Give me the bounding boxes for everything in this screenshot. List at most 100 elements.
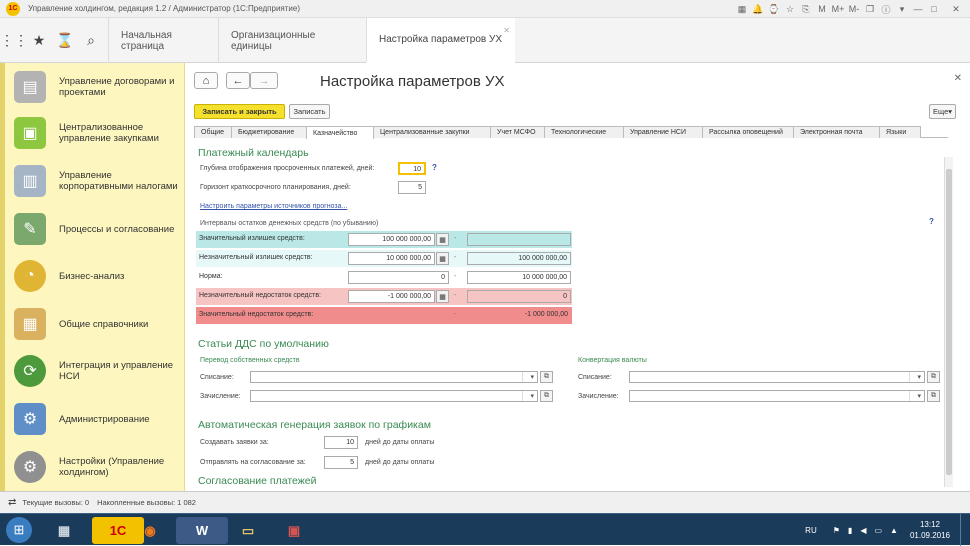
- tab-ifrs[interactable]: Учет МСФО: [490, 126, 545, 138]
- divider: [909, 391, 910, 401]
- sidebar-item-admin[interactable]: ⚙ Администрирование: [14, 395, 179, 443]
- sidebar-item-bi[interactable]: ◔ Бизнес-анализ: [14, 252, 179, 300]
- tab-general[interactable]: Общие: [194, 126, 232, 138]
- interval-to-input[interactable]: [467, 233, 571, 246]
- depth-input[interactable]: 10: [398, 162, 426, 175]
- taskbar-app-folder[interactable]: ▭: [222, 517, 274, 544]
- scrollbar-thumb[interactable]: [946, 169, 952, 475]
- create-days-input[interactable]: 10: [324, 436, 358, 449]
- grid-icon[interactable]: ▦: [734, 0, 750, 18]
- horizon-input[interactable]: 5: [398, 181, 426, 194]
- help-icon[interactable]: ?: [929, 217, 934, 226]
- more-button[interactable]: Еще ▾: [929, 104, 956, 119]
- sidebar-item-references[interactable]: ▦ Общие справочники: [14, 300, 179, 348]
- divider: [909, 372, 910, 382]
- tray-network-icon[interactable]: ▮: [848, 526, 852, 535]
- close-form-icon[interactable]: ✕: [954, 73, 962, 84]
- sidebar-item-settings[interactable]: ⚙ Настройки (Управление холдингом): [14, 443, 179, 491]
- clock[interactable]: 13:12 01.09.2016: [910, 519, 950, 541]
- calculator-icon[interactable]: ▦: [436, 233, 449, 246]
- tab-treasury[interactable]: Казначейство: [306, 126, 374, 139]
- taskbar-app[interactable]: ▦: [38, 517, 90, 544]
- tab-mdm[interactable]: Управление НСИ: [623, 126, 703, 138]
- integration-icon: ⟳: [14, 355, 46, 387]
- menu-icon[interactable]: ▾: [894, 0, 910, 18]
- interval-from-input[interactable]: 100 000 000,00: [348, 233, 435, 246]
- memory-plus-icon[interactable]: M+: [830, 0, 846, 18]
- calculator-icon[interactable]: ▦: [436, 290, 449, 303]
- interval-to-input[interactable]: 100 000 000,00: [467, 252, 571, 265]
- interval-to-input[interactable]: 0: [467, 290, 571, 303]
- tab-settings-uh[interactable]: Настройка параметров УХ ✕: [366, 18, 515, 63]
- tray-device-icon[interactable]: ▭: [874, 526, 882, 535]
- info-icon[interactable]: ⓘ: [878, 0, 894, 18]
- save-and-close-button[interactable]: Записать и закрыть: [194, 104, 285, 119]
- interval-from-input[interactable]: -1 000 000,00: [348, 290, 435, 303]
- history-clock-icon[interactable]: ⌛: [52, 32, 78, 49]
- star-icon[interactable]: ☆: [782, 0, 798, 18]
- tab-home[interactable]: Начальная страница: [108, 18, 218, 63]
- sidebar-item-procurement[interactable]: ▣ Централизованное управление закупками: [14, 109, 179, 157]
- search-icon[interactable]: ⌕: [78, 32, 104, 49]
- save-button[interactable]: Записать: [289, 104, 330, 119]
- fx-debit-select[interactable]: ▾: [629, 371, 925, 383]
- tray-flag-icon[interactable]: ⚑: [833, 526, 840, 535]
- favorites-star-icon[interactable]: ★: [26, 32, 52, 49]
- bell-icon[interactable]: 🔔: [750, 0, 766, 18]
- close-tab-icon[interactable]: ✕: [503, 26, 510, 35]
- approve-label: Отправлять на согласование за:: [200, 459, 306, 466]
- help-icon[interactable]: ?: [432, 163, 437, 172]
- taskbar-app-word[interactable]: W: [176, 517, 228, 544]
- memory-icon[interactable]: M: [814, 0, 830, 18]
- form-scrollbar[interactable]: [944, 157, 953, 487]
- interval-to-input[interactable]: -1 000 000,00: [467, 309, 571, 322]
- fx-credit-select[interactable]: ▾: [629, 390, 925, 402]
- forward-button[interactable]: →: [250, 72, 278, 89]
- start-button[interactable]: ⊞: [6, 517, 32, 543]
- sidebar-item-integration[interactable]: ⟳ Интеграция и управление НСИ: [14, 347, 179, 395]
- sections-grid-icon[interactable]: ⋮⋮: [0, 32, 28, 49]
- intervals-label: Интервалы остатков денежных средств (по …: [200, 220, 379, 227]
- back-button[interactable]: ←: [226, 72, 250, 89]
- open-icon[interactable]: ⧉: [927, 371, 940, 383]
- open-icon[interactable]: ⧉: [540, 371, 553, 383]
- open-icon[interactable]: ⧉: [540, 390, 553, 402]
- sidebar-item-taxes[interactable]: ▥ Управление корпоративными налогами: [14, 157, 179, 205]
- tab-technological[interactable]: Технологические: [544, 126, 624, 138]
- close-window-icon[interactable]: ✕: [942, 0, 970, 18]
- dock-icon[interactable]: ❐: [862, 0, 878, 18]
- taskbar-app-media[interactable]: ▣: [268, 517, 320, 544]
- tab-notifications[interactable]: Рассылка оповещений: [702, 126, 794, 138]
- book-icon: ▦: [14, 308, 46, 340]
- sidebar-item-contracts[interactable]: ▤ Управление договорами и проектами: [14, 63, 179, 111]
- tray-volume-icon[interactable]: ◀: [860, 526, 866, 535]
- interval-to-input[interactable]: 10 000 000,00: [467, 271, 571, 284]
- memory-minus-icon[interactable]: M-: [846, 0, 862, 18]
- tab-central-procurement[interactable]: Централизованные закупки: [373, 126, 491, 138]
- minimize-icon[interactable]: —: [910, 0, 926, 18]
- home-button[interactable]: ⌂: [194, 72, 218, 89]
- interval-row: Незначительный недостаток средств: -1 00…: [196, 288, 572, 305]
- show-desktop-button[interactable]: [960, 514, 970, 546]
- tab-email[interactable]: Электронная почта: [793, 126, 880, 138]
- tab-budgeting[interactable]: Бюджетирование: [231, 126, 307, 138]
- tab-org-units[interactable]: Организационные единицы: [218, 18, 366, 63]
- own-credit-select[interactable]: ▾: [250, 390, 538, 402]
- open-icon[interactable]: ⧉: [927, 390, 940, 402]
- taskbar-app-firefox[interactable]: ◉: [124, 517, 176, 544]
- link-icon[interactable]: ⎘: [798, 0, 814, 18]
- language-indicator[interactable]: RU: [805, 526, 817, 535]
- interval-from-input[interactable]: 10 000 000,00: [348, 252, 435, 265]
- sidebar-item-processes[interactable]: ✎ Процессы и согласование: [14, 205, 179, 253]
- status-bar: ⇄ Текущие вызовы: 0 Накопленные вызовы: …: [0, 491, 970, 513]
- interval-from-input[interactable]: 0: [348, 271, 449, 284]
- calculator-icon[interactable]: ▦: [436, 252, 449, 265]
- forecast-settings-link[interactable]: Настроить параметры источников прогноза.…: [200, 203, 347, 210]
- own-debit-select[interactable]: ▾: [250, 371, 538, 383]
- tab-languages[interactable]: Языки: [879, 126, 921, 138]
- history-icon[interactable]: ⌚: [766, 0, 782, 18]
- approve-days-input[interactable]: 5: [324, 456, 358, 469]
- maximize-icon[interactable]: □: [926, 0, 942, 18]
- tray-upload-icon[interactable]: ▲: [890, 526, 898, 535]
- document-icon: ▤: [14, 71, 46, 103]
